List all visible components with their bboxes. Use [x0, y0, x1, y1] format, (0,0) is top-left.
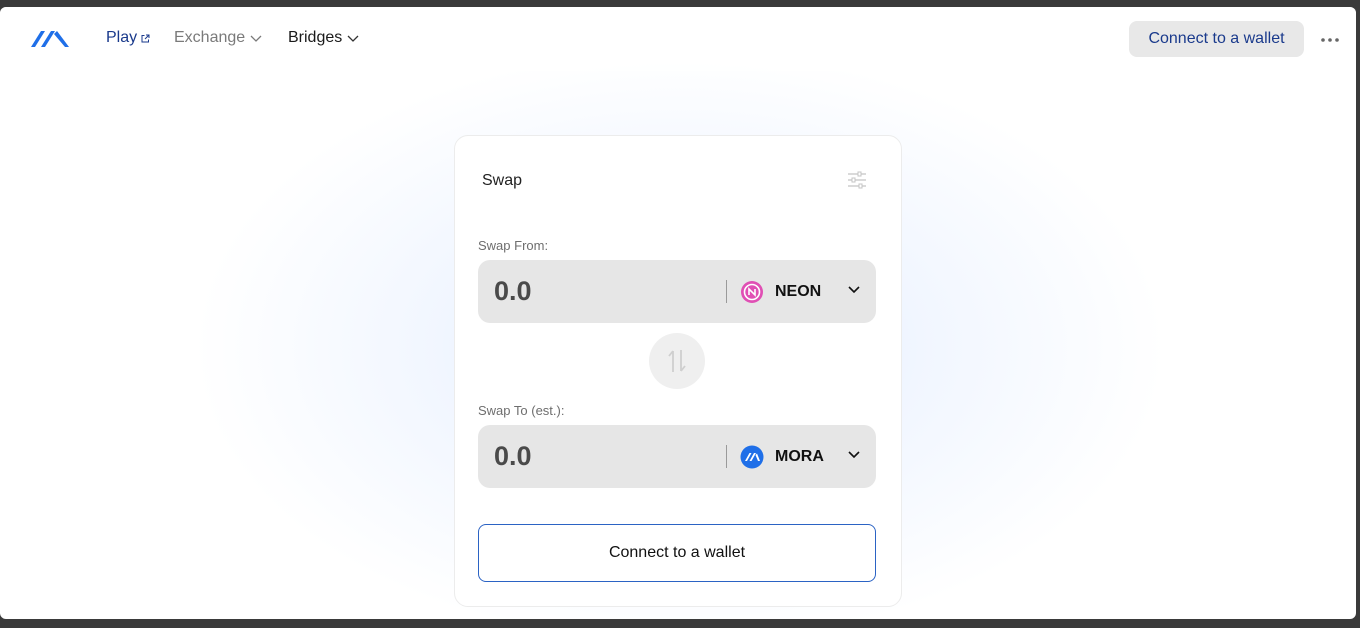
nav-exchange-label: Exchange: [174, 29, 246, 46]
app-window: Play Exchange Bridges Connect to a walle…: [0, 7, 1356, 619]
swap-from-label: Swap From:: [478, 238, 549, 253]
swap-arrows-icon: [668, 350, 686, 372]
mora-token-icon: [740, 445, 764, 469]
connect-wallet-button[interactable]: Connect to a wallet: [1129, 21, 1304, 57]
mora-logo-icon[interactable]: [30, 25, 70, 49]
nav-exchange[interactable]: Exchange: [174, 29, 263, 47]
swap-from-amount-input[interactable]: [494, 274, 714, 308]
field-divider: [726, 280, 727, 303]
nav-play-label: Play: [106, 29, 138, 46]
chevron-down-icon: [347, 35, 359, 42]
nav-bridges[interactable]: Bridges: [288, 29, 360, 47]
chevron-down-icon: [250, 35, 262, 42]
nav-bridges-label: Bridges: [288, 29, 343, 46]
sliders-icon[interactable]: [847, 170, 867, 190]
nav-play[interactable]: Play: [106, 29, 150, 47]
swap-connect-wallet-button[interactable]: Connect to a wallet: [478, 524, 876, 582]
swap-to-amount-input[interactable]: [494, 439, 714, 473]
swap-to-label: Swap To (est.):: [478, 403, 565, 418]
swap-from-token-select[interactable]: NEON: [740, 279, 821, 305]
swap-title: Swap: [482, 172, 523, 189]
swap-to-token-select[interactable]: MORA: [740, 444, 824, 470]
swap-to-field: MORA: [478, 425, 876, 488]
swap-to-token-name: MORA: [775, 448, 824, 465]
swap-from-token-name: NEON: [775, 283, 822, 300]
field-divider: [726, 445, 727, 468]
swap-card: Swap Swap From: NEON: [454, 135, 902, 607]
swap-from-field: NEON: [478, 260, 876, 323]
chevron-down-icon[interactable]: [848, 286, 860, 294]
neon-token-icon: [740, 280, 764, 304]
more-horizontal-icon[interactable]: [1318, 37, 1342, 43]
swap-direction-button[interactable]: [649, 333, 705, 389]
chevron-down-icon[interactable]: [848, 451, 860, 459]
top-nav-bar: Play Exchange Bridges Connect to a walle…: [0, 7, 1356, 71]
external-link-icon: [141, 34, 150, 42]
